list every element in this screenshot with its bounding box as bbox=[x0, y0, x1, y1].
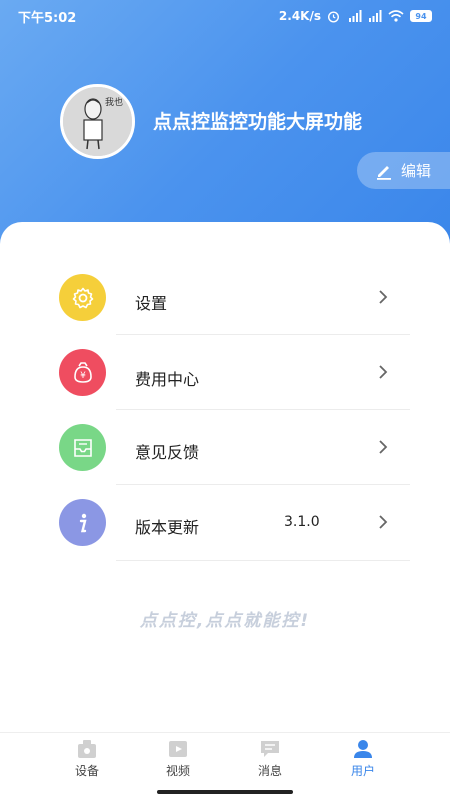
mail-icon bbox=[59, 424, 106, 471]
divider bbox=[116, 334, 410, 335]
menu-label-billing: 费用中心 bbox=[135, 370, 200, 389]
menu-label-version: 版本更新 bbox=[135, 518, 200, 537]
device-icon bbox=[78, 740, 96, 758]
menu-item-version[interactable]: 版本更新 3.1.0 bbox=[0, 499, 450, 574]
battery-icon: 94 bbox=[410, 10, 432, 22]
menu-label-settings: 设置 bbox=[135, 294, 168, 313]
money-bag-icon: ¥ bbox=[59, 349, 106, 396]
status-bar: 下午5:02 2.4K/s 94 bbox=[0, 0, 450, 32]
status-indicators: 2.4K/s 94 bbox=[279, 9, 432, 23]
message-icon bbox=[261, 741, 279, 757]
tab-label-video: 视频 bbox=[165, 764, 190, 778]
edit-label: 编辑 bbox=[401, 162, 432, 180]
tab-user[interactable]: 用户 bbox=[333, 739, 393, 779]
divider bbox=[116, 560, 410, 561]
user-icon bbox=[354, 740, 372, 758]
divider bbox=[116, 409, 410, 410]
alarm-icon bbox=[327, 10, 340, 23]
network-speed: 2.4K/s bbox=[278, 9, 321, 23]
avatar[interactable]: 我也 bbox=[60, 84, 135, 159]
menu-label-feedback: 意见反馈 bbox=[135, 443, 200, 462]
svg-text:¥: ¥ bbox=[80, 371, 86, 381]
tab-device[interactable]: 设备 bbox=[57, 739, 117, 779]
video-icon bbox=[169, 741, 187, 757]
tab-label-user: 用户 bbox=[350, 764, 375, 778]
chevron-right-icon bbox=[379, 515, 388, 529]
edit-profile-button[interactable]: 编辑 bbox=[357, 152, 450, 189]
tab-video[interactable]: 视频 bbox=[148, 739, 208, 779]
signal-hd-icon bbox=[349, 10, 362, 22]
signal-icon bbox=[369, 10, 382, 22]
chevron-right-icon bbox=[379, 290, 388, 304]
slogan: 点点控,点点就能控! bbox=[139, 611, 311, 631]
gear-icon bbox=[59, 274, 106, 321]
menu-item-billing[interactable]: ¥ 费用中心 bbox=[0, 349, 450, 424]
pen-icon bbox=[377, 165, 391, 180]
username: 点点控监控功能大屏功能 bbox=[153, 111, 363, 133]
tab-messages[interactable]: 消息 bbox=[240, 739, 300, 779]
home-indicator bbox=[157, 790, 293, 794]
chevron-right-icon bbox=[379, 365, 388, 379]
avatar-image: 我也 bbox=[63, 87, 132, 156]
tab-label-device: 设备 bbox=[74, 764, 99, 778]
wifi-icon bbox=[388, 10, 404, 22]
divider bbox=[116, 484, 410, 485]
menu-item-settings[interactable]: 设置 bbox=[0, 274, 450, 349]
menu-item-feedback[interactable]: 意见反馈 bbox=[0, 424, 450, 499]
info-icon bbox=[59, 499, 106, 546]
version-number: 3.1.0 bbox=[284, 514, 320, 530]
status-time: 下午5:02 bbox=[18, 10, 77, 26]
chevron-right-icon bbox=[379, 440, 388, 454]
tab-label-messages: 消息 bbox=[257, 764, 282, 778]
avatar-caption: 我也 bbox=[105, 96, 123, 108]
